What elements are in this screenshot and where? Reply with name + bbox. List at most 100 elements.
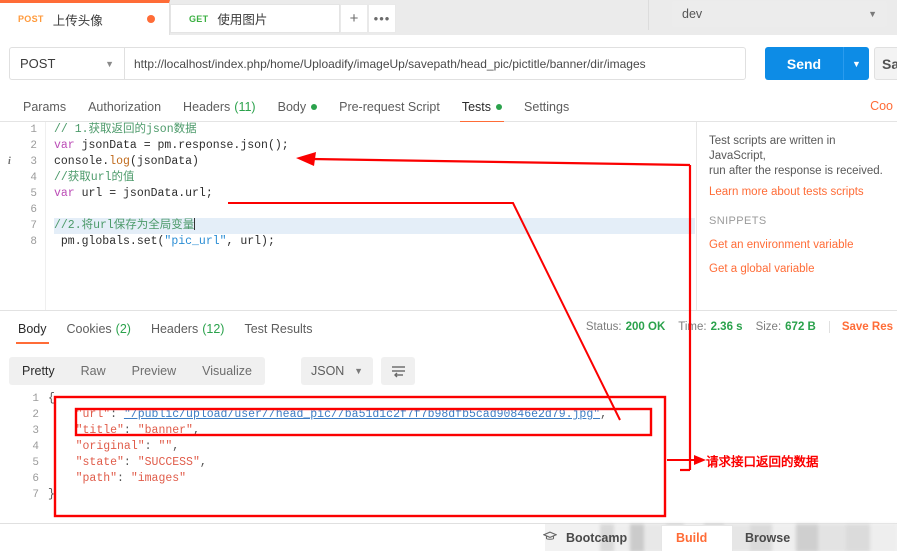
code-line: console.log(jsonData)	[54, 154, 695, 170]
code-token: var	[54, 187, 82, 200]
snippet-get-environment-variable[interactable]: Get an environment variable	[709, 239, 887, 251]
snippet-get-global-variable[interactable]: Get a global variable	[709, 263, 887, 275]
bootcamp-button[interactable]: Bootcamp	[542, 524, 628, 551]
headers-count: (11)	[234, 99, 256, 114]
line-number-text: 3	[30, 156, 37, 168]
tab-method-badge: GET	[189, 13, 209, 24]
view-preview[interactable]: Preview	[119, 357, 189, 385]
code-token: console.	[54, 155, 110, 168]
environment-selector[interactable]: dev ▼	[672, 1, 887, 27]
response-language-select[interactable]: JSON ▼	[301, 357, 373, 385]
tab-title: 使用图片	[217, 13, 268, 27]
code-line: var url = jsonData.url;	[54, 186, 695, 202]
http-method-select[interactable]: POST ▼	[9, 47, 124, 80]
response-language-value: JSON	[311, 364, 345, 378]
response-line-number-gutter: 1 2 3 4 5 6 7	[0, 391, 48, 503]
tab-label: Body	[277, 99, 307, 114]
tab-label: Tests	[461, 99, 492, 114]
tab-pre-request-script[interactable]: Pre-request Script	[328, 92, 451, 122]
code-token: (jsonData)	[129, 155, 199, 168]
tab-more-options-button[interactable]: •••	[368, 4, 396, 33]
chevron-down-icon: ▼	[868, 9, 877, 19]
bottom-status-bar: Bootcamp Build Browse	[0, 523, 897, 551]
json-value: "images"	[130, 472, 187, 485]
status-value: 200 OK	[625, 321, 666, 333]
tab-body[interactable]: Body	[267, 92, 329, 122]
json-value: "SUCCESS"	[137, 456, 200, 469]
learn-more-link[interactable]: Learn more about tests scripts	[709, 186, 887, 198]
save-request-button[interactable]: Sa	[874, 47, 897, 80]
request-section-tabs: Params Authorization Headers (11) Body P…	[0, 92, 897, 123]
code-line-active: //2.将url保存为全局变量	[54, 218, 695, 234]
line-number: 3	[32, 425, 39, 437]
code-token: //2.将url保存为全局变量	[54, 219, 195, 232]
json-key: "url"	[75, 408, 111, 421]
size-label: Size:	[755, 321, 782, 333]
line-number: 7	[30, 220, 37, 232]
json-line: "url": "/public/upload/user//head_pic//b…	[48, 407, 897, 423]
code-token: , url);	[226, 235, 275, 248]
editor-code-area[interactable]: // 1.获取返回的json数据 var jsonData = pm.respo…	[46, 122, 695, 310]
response-tabs: Body Cookies (2) Headers (12) Test Resul…	[8, 311, 323, 346]
cookies-count: (2)	[115, 321, 131, 336]
cookies-link[interactable]: Coo	[870, 99, 893, 113]
response-tab-body[interactable]: Body	[8, 311, 57, 346]
line-number: 4	[30, 172, 37, 184]
tab-label: Params	[23, 99, 67, 114]
line-number: 1	[32, 393, 39, 405]
tests-script-editor[interactable]: 1 2 i3 4 5 6 7 8 // 1.获取返回的json数据 var js…	[0, 122, 695, 310]
json-value: ""	[158, 440, 173, 453]
json-sep: :	[123, 456, 138, 469]
response-tab-test-results[interactable]: Test Results	[234, 311, 322, 346]
new-tab-button[interactable]: +	[340, 4, 368, 33]
tab-label: Headers	[183, 99, 231, 114]
tests-active-dot-icon	[496, 103, 503, 110]
view-pretty[interactable]: Pretty	[9, 357, 68, 385]
request-tab-use-image[interactable]: GET 使用图片	[170, 4, 340, 33]
send-button[interactable]: Send	[765, 47, 843, 80]
send-options-button[interactable]: ▼	[843, 47, 869, 80]
code-token: "pic_url"	[164, 235, 227, 248]
json-key: "state"	[75, 456, 124, 469]
tab-authorization[interactable]: Authorization	[77, 92, 172, 122]
info-hint-icon[interactable]: i	[8, 154, 11, 170]
bootcamp-label: Bootcamp	[566, 531, 628, 545]
json-token: ,	[172, 440, 180, 453]
postman-window: POST 上传头像 GET 使用图片 + ••• dev ▼ POST ▼ ht…	[0, 0, 897, 551]
json-line: }	[48, 487, 897, 503]
chevron-down-icon: ▼	[105, 58, 114, 69]
tab-settings[interactable]: Settings	[513, 92, 580, 122]
request-tab-upload-avatar[interactable]: POST 上传头像	[0, 0, 170, 35]
response-format-bar: Pretty Raw Preview Visualize JSON ▼	[0, 353, 897, 391]
response-tab-cookies[interactable]: Cookies (2)	[57, 311, 141, 346]
status-label: Status:	[585, 321, 622, 333]
tab-tests[interactable]: Tests	[451, 92, 513, 123]
json-key: "title"	[75, 424, 124, 437]
json-token: ,	[199, 456, 207, 469]
bottom-bar-left-pane	[0, 524, 545, 551]
code-token: // 1.获取返回的json数据	[54, 123, 197, 136]
json-token: ,	[192, 424, 200, 437]
url-input[interactable]: http://localhost/index.php/home/Uploadif…	[124, 47, 746, 80]
tab-headers[interactable]: Headers (11)	[172, 92, 267, 122]
time-value: 2.36 s	[710, 321, 743, 333]
line-number: 6	[32, 473, 39, 485]
wrap-lines-button[interactable]	[381, 357, 415, 385]
view-raw[interactable]: Raw	[68, 357, 119, 385]
json-token: ,	[600, 408, 608, 421]
response-headers-count: (12)	[202, 321, 225, 336]
tab-label: Pre-request Script	[339, 99, 440, 114]
json-line: "path": "images"	[48, 471, 897, 487]
tab-label: Cookies	[66, 321, 112, 336]
browse-button[interactable]: Browse	[745, 524, 790, 551]
graduation-cap-icon	[542, 531, 558, 545]
response-tab-headers[interactable]: Headers (12)	[141, 311, 234, 346]
build-button[interactable]: Build	[676, 524, 707, 551]
json-key: "original"	[75, 440, 145, 453]
save-response-button[interactable]: Save Res	[828, 321, 893, 333]
tab-params[interactable]: Params	[12, 92, 77, 122]
response-header: Body Cookies (2) Headers (12) Test Resul…	[0, 311, 897, 346]
json-value[interactable]: "/public/upload/user//head_pic//ba51d1c2…	[124, 408, 600, 421]
tab-label: Body	[18, 321, 47, 336]
view-visualize[interactable]: Visualize	[189, 357, 265, 385]
